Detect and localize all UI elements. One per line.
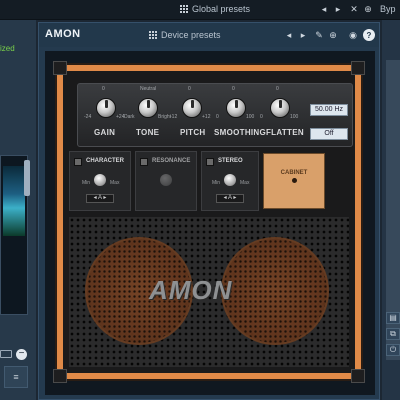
keyboard-icon[interactable]: [0, 350, 12, 358]
right-speaker: [221, 237, 329, 345]
knob-tick: Neutral: [140, 86, 157, 92]
stereo-knob[interactable]: [224, 174, 236, 186]
selector-value: A: [228, 195, 232, 201]
link-icon[interactable]: ⧉: [386, 328, 400, 340]
max-label: Max: [110, 180, 120, 186]
knob-tick: 0: [232, 86, 235, 92]
status-text: ized: [0, 44, 15, 53]
cabinet-label: CABINET: [280, 170, 308, 176]
global-presets-label: Global presets: [192, 4, 251, 14]
list-icon[interactable]: ▤: [386, 312, 400, 324]
knob-tick: -12: [170, 114, 178, 120]
cabinet-handle[interactable]: [292, 178, 297, 183]
character-module: CHARACTER Min Max ◂ A ▸: [69, 151, 131, 211]
knob-label: FLATTEN: [266, 128, 304, 137]
grid-icon: [180, 5, 188, 13]
min-label: Min: [212, 180, 221, 186]
tone-knob[interactable]: [138, 98, 158, 118]
max-label: Max: [240, 180, 250, 186]
help-icon[interactable]: ?: [363, 29, 375, 41]
amon-logo: AMON: [149, 275, 233, 305]
left-plugin-panel: ized − ≡: [0, 20, 36, 400]
pitch-knob[interactable]: [182, 98, 202, 118]
host-toolbar: Global presets ◂ ▸ ✕ ⊕ Byp: [0, 0, 400, 20]
selector-value: A: [98, 195, 102, 201]
resonance-knob[interactable]: [160, 174, 172, 186]
cabinet-corner: [351, 61, 365, 75]
knob-tick: 100: [290, 114, 299, 120]
bypass-label[interactable]: Byp: [380, 4, 396, 14]
knob-tick: -24: [84, 114, 92, 120]
module-label: RESONANCE: [152, 158, 191, 164]
stereo-selector[interactable]: ◂ A ▸: [216, 194, 244, 203]
knob-tick: 0: [216, 114, 219, 120]
cabinet-corner: [53, 61, 67, 75]
prev-icon[interactable]: ◂: [283, 29, 295, 41]
knob-label: GAIN: [94, 128, 116, 137]
speaker-grille: AMON: [69, 217, 349, 367]
device-presets-label: Device presets: [161, 30, 221, 40]
grid-icon: [149, 31, 157, 39]
smoothing-knob[interactable]: [226, 98, 246, 118]
character-selector[interactable]: ◂ A ▸: [86, 194, 114, 203]
knob-tick: 0: [260, 114, 263, 120]
plugin-stage: 0 -24 +24 GAIN Neutral Dark Bright TONE …: [45, 51, 375, 395]
app-window: Global presets ◂ ▸ ✕ ⊕ Byp ized − ≡ ▤ ⧉ …: [0, 0, 400, 400]
character-knob[interactable]: [94, 174, 106, 186]
eye-icon[interactable]: ◉: [347, 29, 359, 41]
prev-icon[interactable]: ◂: [318, 3, 330, 15]
module-label: STEREO: [218, 158, 243, 164]
cabinet-corner: [53, 369, 67, 383]
frequency-field[interactable]: 50.00 Hz: [310, 104, 348, 116]
module-label: CHARACTER: [86, 158, 124, 164]
knob-tick: Dark: [124, 114, 135, 120]
off-toggle[interactable]: Off: [310, 128, 348, 140]
amp-cabinet: 0 -24 +24 GAIN Neutral Dark Bright TONE …: [53, 61, 365, 383]
min-label: Min: [82, 180, 91, 186]
amp-body: 0 -24 +24 GAIN Neutral Dark Bright TONE …: [63, 71, 355, 373]
knob-label: SMOOTHING: [214, 128, 267, 137]
knob-label: PITCH: [180, 128, 206, 137]
add-icon[interactable]: ⊕: [327, 29, 339, 41]
knob-tick: 100: [246, 114, 255, 120]
plugin-header: AMON Device presets ◂ ▸ ✎ ⊕ ◉ ?: [39, 23, 379, 47]
knob-tick: 0: [188, 86, 191, 92]
menu-icon[interactable]: ≡: [4, 366, 28, 388]
cabinet-corner: [351, 369, 365, 383]
spectrum-fill: [3, 166, 25, 236]
scrollbar[interactable]: [24, 160, 30, 196]
flatten-knob[interactable]: [270, 98, 290, 118]
plugin-window: AMON Device presets ◂ ▸ ✎ ⊕ ◉ ? 0 -24 +2…: [38, 22, 380, 400]
stereo-switch[interactable]: [206, 158, 214, 166]
gain-knob[interactable]: [96, 98, 116, 118]
control-panel: 0 -24 +24 GAIN Neutral Dark Bright TONE …: [77, 83, 353, 147]
remove-icon[interactable]: −: [16, 349, 27, 360]
stereo-module: STEREO Min Max ◂ A ▸: [201, 151, 259, 211]
character-switch[interactable]: [74, 158, 82, 166]
save-icon[interactable]: ✎: [313, 29, 325, 41]
next-icon[interactable]: ▸: [297, 29, 309, 41]
cabinet-pad[interactable]: CABINET: [263, 153, 325, 209]
knob-label: TONE: [136, 128, 160, 137]
global-presets-button[interactable]: Global presets: [180, 4, 250, 14]
right-plugin-panel: ▤ ⧉ ⏻: [382, 20, 400, 400]
resonance-module: RESONANCE: [135, 151, 197, 211]
close-icon[interactable]: ✕: [348, 3, 360, 15]
knob-tick: 0: [102, 86, 105, 92]
knob-tick: +12: [202, 114, 211, 120]
resonance-switch[interactable]: [140, 158, 148, 166]
power-icon[interactable]: ⏻: [386, 344, 400, 356]
next-icon[interactable]: ▸: [332, 3, 344, 15]
plugin-title: AMON: [45, 28, 81, 40]
add-icon[interactable]: ⊕: [362, 3, 374, 15]
device-presets-button[interactable]: Device presets: [149, 30, 221, 40]
knob-tick: 0: [276, 86, 279, 92]
